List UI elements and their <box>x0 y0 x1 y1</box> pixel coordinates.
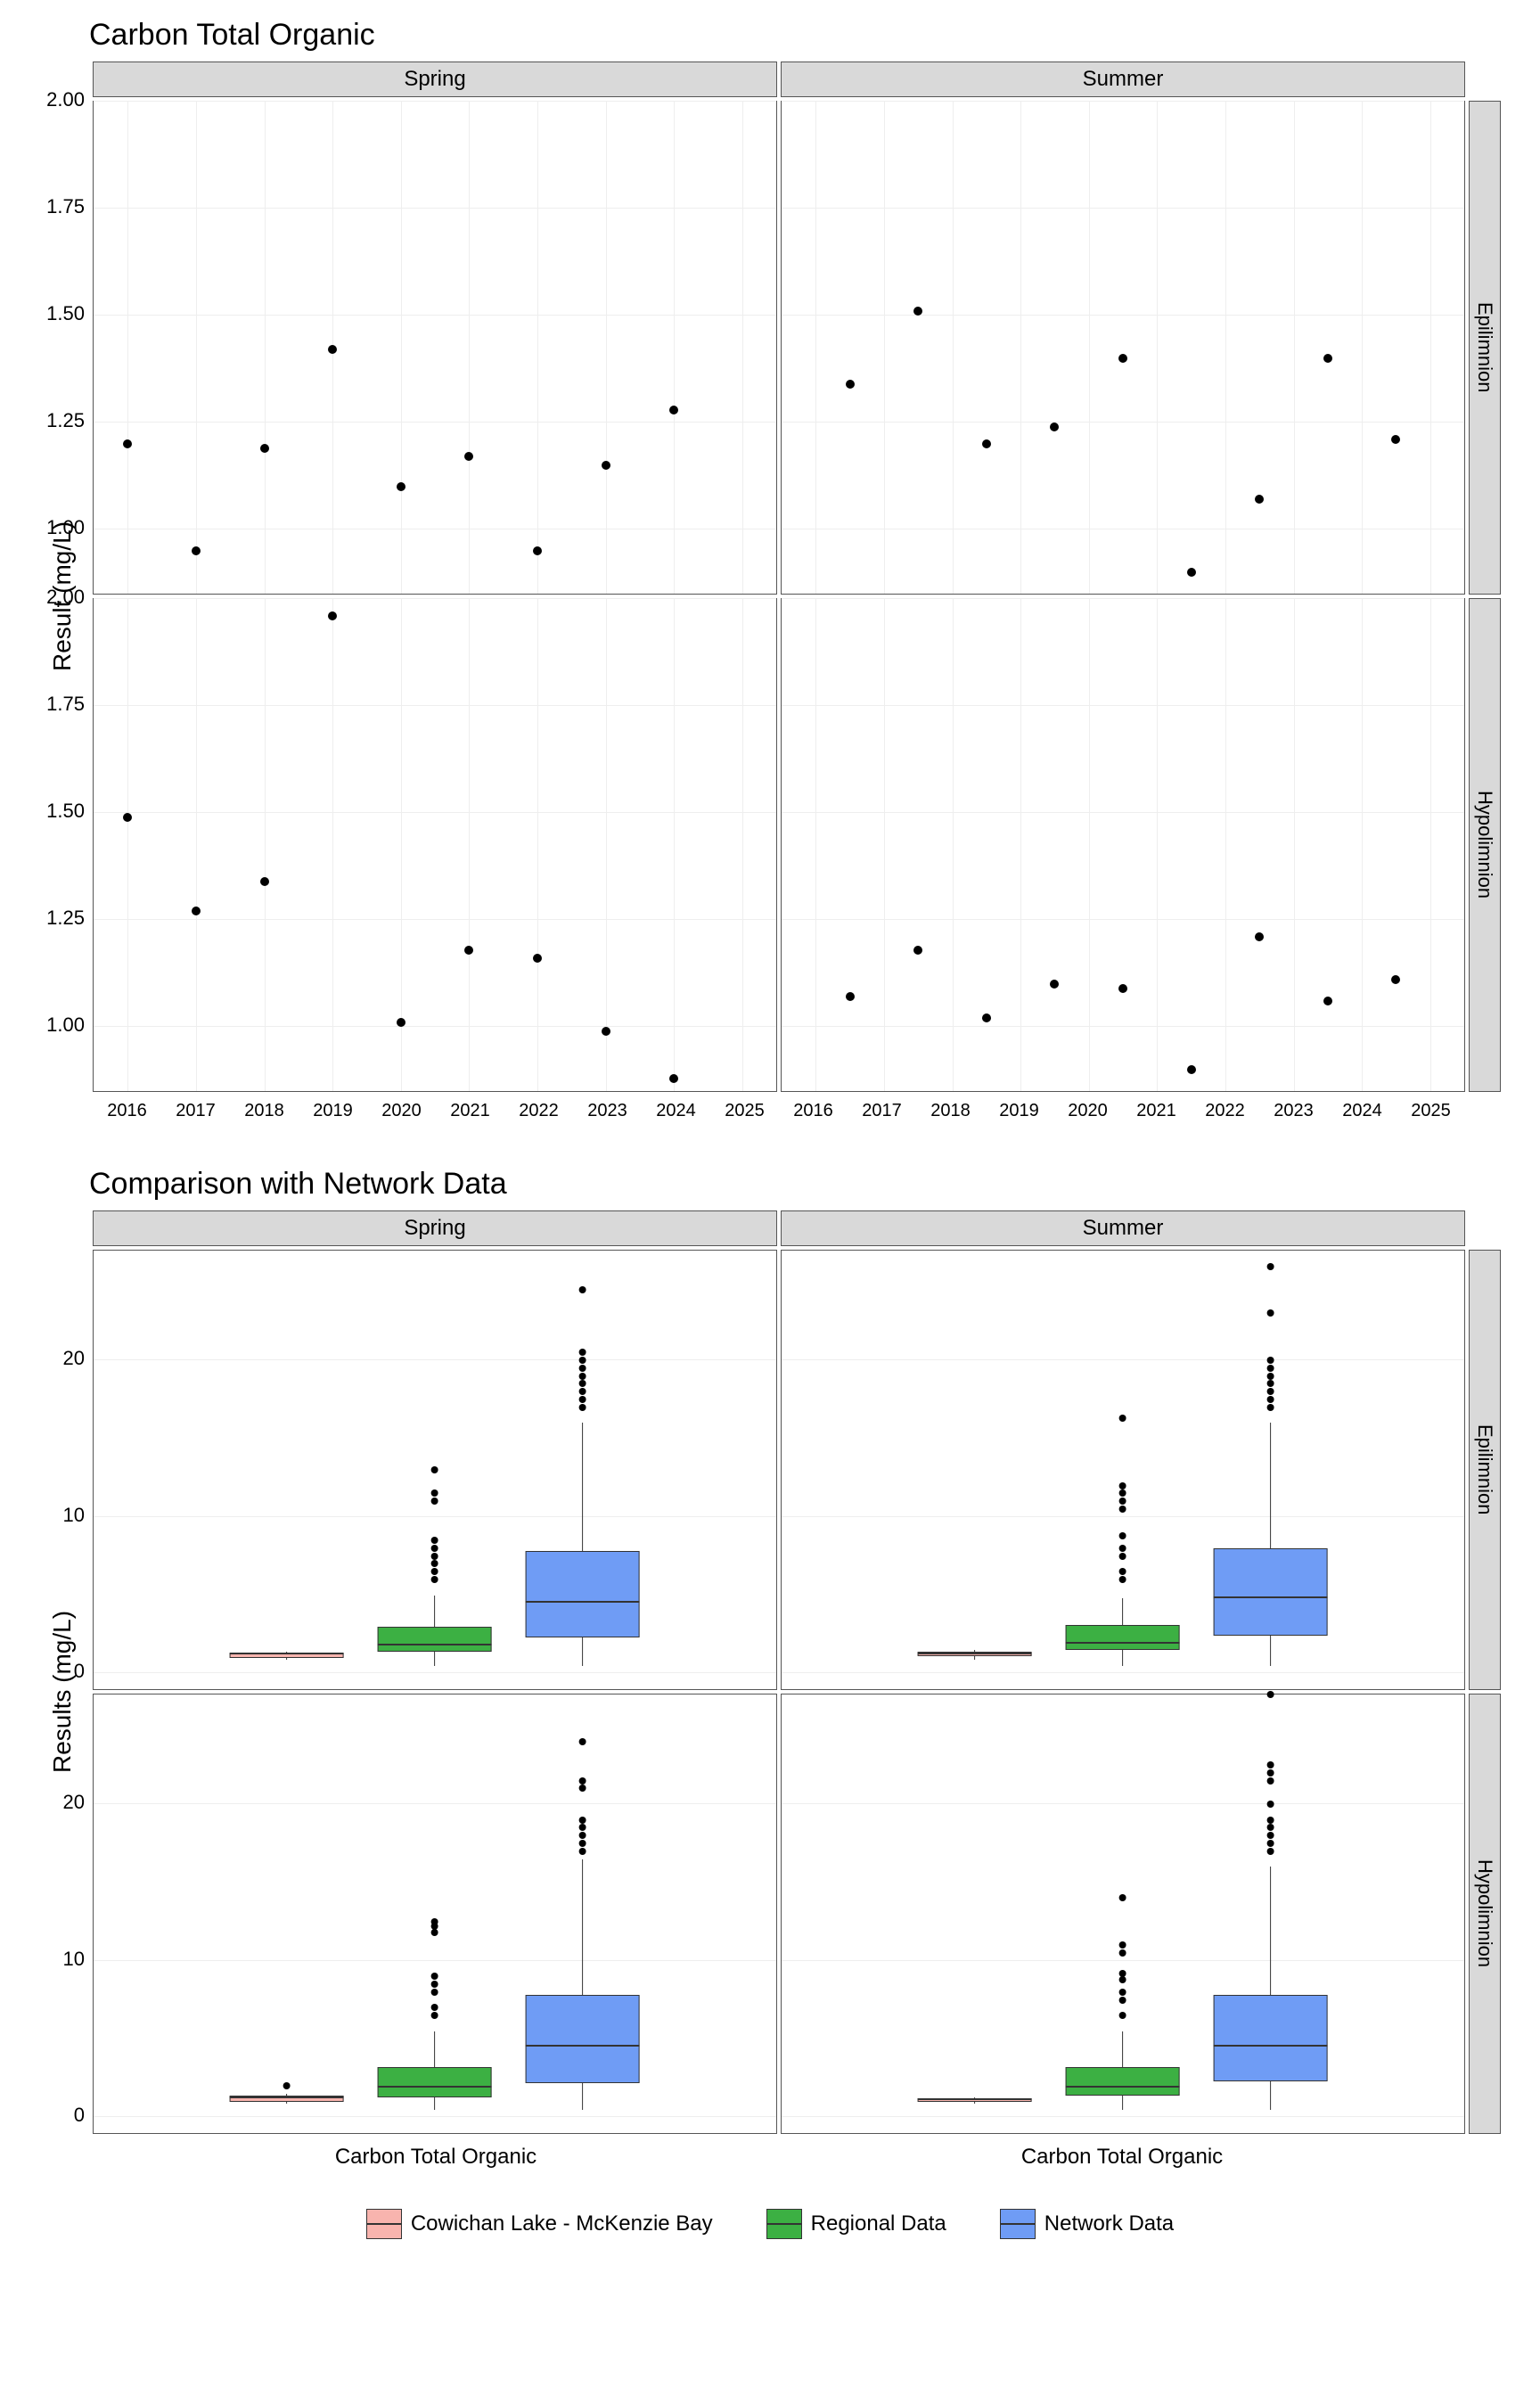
xaxis-label-left: Carbon Total Organic <box>93 2138 779 2173</box>
boxplot-network-data <box>512 1251 654 1689</box>
data-point <box>913 307 922 316</box>
data-point <box>982 439 991 448</box>
legend-item-regional: Regional Data <box>766 2209 946 2239</box>
legend-label-regional: Regional Data <box>811 2211 946 2236</box>
legend-swatch-regional <box>766 2209 802 2239</box>
panel-spring-epilimnion: 1.001.251.501.752.00 <box>93 101 777 595</box>
boxplot-regional-data <box>1052 1251 1194 1689</box>
data-point <box>192 546 201 555</box>
data-point <box>1050 980 1059 989</box>
data-point <box>260 444 269 453</box>
data-point <box>602 1027 610 1036</box>
data-point <box>397 482 405 491</box>
boxplot-grid: Results (mg/L) Spring Summer 01020 Epili… <box>36 1210 1504 2173</box>
data-point <box>1187 1065 1196 1074</box>
boxpanel-summer-epilimnion <box>781 1250 1465 1690</box>
data-point <box>192 907 201 915</box>
facet-row-epilimnion-2: Epilimnion <box>1469 1250 1501 1690</box>
data-point <box>913 946 922 955</box>
data-point <box>397 1018 405 1027</box>
data-point <box>846 992 855 1001</box>
data-point <box>123 439 132 448</box>
facet-col-spring: Spring <box>93 62 777 97</box>
scatter-xaxis: 2016201720182019202020212022202320242025… <box>93 1095 1465 1131</box>
boxplot-cowichan-lake-mckenzie-bay <box>216 1694 358 2133</box>
data-point <box>1255 932 1264 941</box>
legend-swatch-network <box>1000 2209 1036 2239</box>
data-point <box>669 406 678 414</box>
data-point <box>533 546 542 555</box>
data-point <box>464 452 473 461</box>
data-point <box>1391 975 1400 984</box>
data-point <box>123 813 132 822</box>
data-point <box>1187 568 1196 577</box>
facet-col-summer-2: Summer <box>781 1210 1465 1246</box>
boxplot-network-data <box>512 1694 654 2133</box>
legend-label-cowichan: Cowichan Lake - McKenzie Bay <box>411 2211 713 2236</box>
legend: Cowichan Lake - McKenzie Bay Regional Da… <box>18 2209 1522 2239</box>
legend-item-cowichan: Cowichan Lake - McKenzie Bay <box>366 2209 713 2239</box>
panel-summer-hypolimnion <box>781 598 1465 1092</box>
data-point <box>328 611 337 620</box>
boxplot-xaxis: Carbon Total Organic Carbon Total Organi… <box>93 2138 1465 2173</box>
scatter-chart-block: Carbon Total Organic Result (mg/L) Sprin… <box>18 18 1522 1131</box>
boxplot-regional-data <box>1052 1694 1194 2133</box>
facet-row-hypolimnion: Hypolimnion <box>1469 598 1501 1092</box>
data-point <box>260 877 269 886</box>
boxplot-cowichan-lake-mckenzie-bay <box>904 1251 1046 1689</box>
data-point <box>1118 984 1127 993</box>
boxpanel-spring-hypolimnion: 01020 <box>93 1694 777 2134</box>
boxplot-chart-block: Comparison with Network Data Results (mg… <box>18 1167 1522 2173</box>
data-point <box>464 946 473 955</box>
xaxis-label-right: Carbon Total Organic <box>779 2138 1465 2173</box>
panel-spring-hypolimnion: 1.001.251.501.752.00 <box>93 598 777 1092</box>
boxplot-network-data <box>1200 1251 1342 1689</box>
legend-item-network: Network Data <box>1000 2209 1174 2239</box>
data-point <box>1391 435 1400 444</box>
data-point <box>1323 354 1332 363</box>
xaxis-ticks-right: 2016201720182019202020212022202320242025 <box>779 1095 1465 1131</box>
data-point <box>533 954 542 963</box>
data-point <box>982 1013 991 1022</box>
data-point <box>1255 495 1264 504</box>
data-point <box>602 461 610 470</box>
scatter-title: Carbon Total Organic <box>89 18 1522 53</box>
boxplot-regional-data <box>364 1694 506 2133</box>
data-point <box>328 345 337 354</box>
boxplot-title: Comparison with Network Data <box>89 1167 1522 1202</box>
boxplot-regional-data <box>364 1251 506 1689</box>
boxplot-network-data <box>1200 1694 1342 2133</box>
xaxis-ticks-left: 2016201720182019202020212022202320242025 <box>93 1095 779 1131</box>
data-point <box>669 1074 678 1083</box>
boxplot-cowichan-lake-mckenzie-bay <box>904 1694 1046 2133</box>
facet-row-epilimnion: Epilimnion <box>1469 101 1501 595</box>
data-point <box>1050 423 1059 431</box>
boxplot-cowichan-lake-mckenzie-bay <box>216 1251 358 1689</box>
facet-col-spring-2: Spring <box>93 1210 777 1246</box>
facet-col-summer: Summer <box>781 62 1465 97</box>
boxpanel-spring-epilimnion: 01020 <box>93 1250 777 1690</box>
boxpanel-summer-hypolimnion <box>781 1694 1465 2134</box>
scatter-grid: Result (mg/L) Spring Summer 1.001.251.50… <box>36 62 1504 1131</box>
data-point <box>1118 354 1127 363</box>
facet-row-hypolimnion-2: Hypolimnion <box>1469 1694 1501 2134</box>
panel-summer-epilimnion <box>781 101 1465 595</box>
legend-label-network: Network Data <box>1044 2211 1174 2236</box>
data-point <box>846 380 855 389</box>
legend-swatch-cowichan <box>366 2209 402 2239</box>
data-point <box>1323 997 1332 1005</box>
